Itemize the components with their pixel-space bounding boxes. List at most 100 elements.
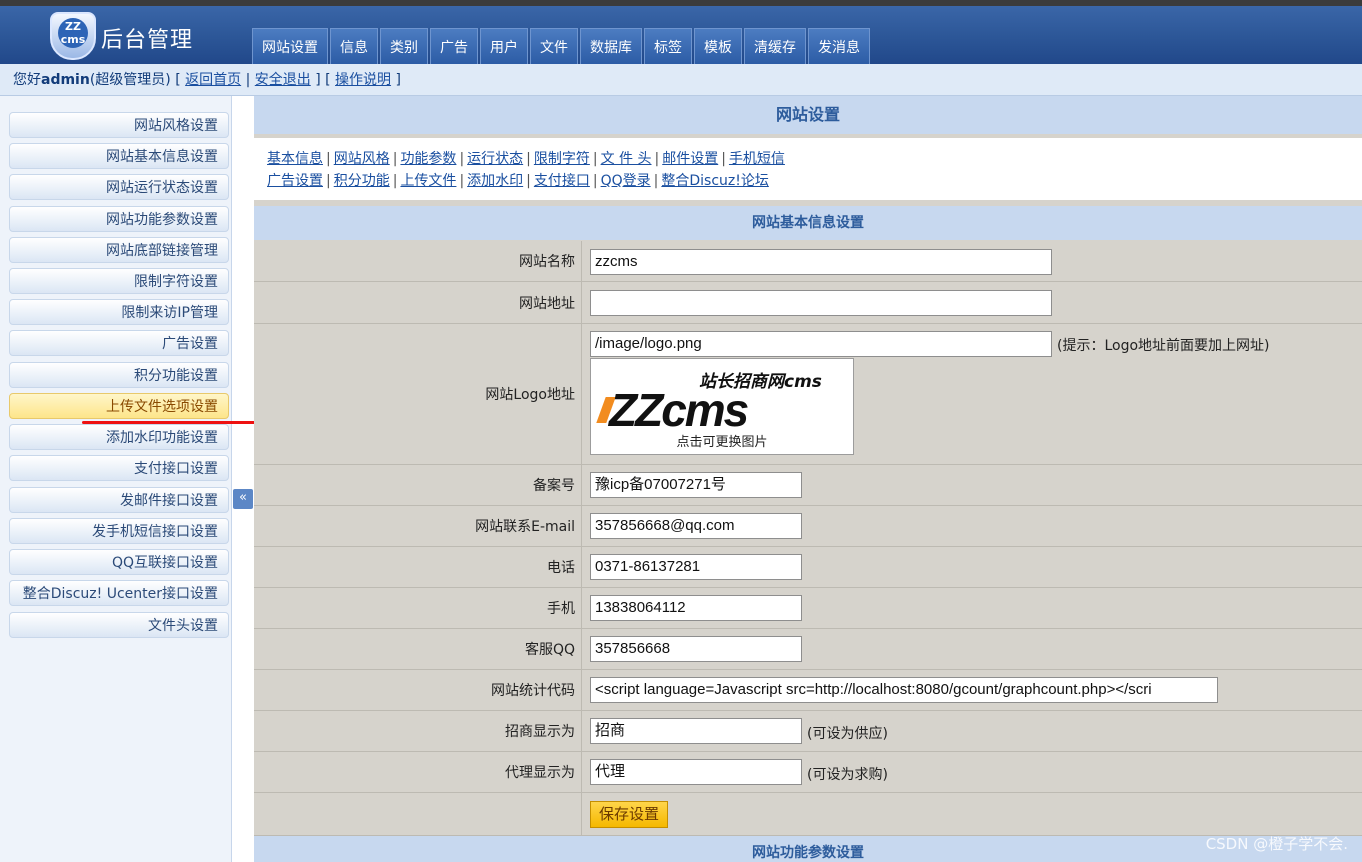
stats-code-input[interactable]: <script language=Javascript src=http://l… xyxy=(590,677,1218,703)
logo-preview-image[interactable]: ZZcms 站长招商网cms 点击可更换图片 xyxy=(590,358,854,455)
site-url-input[interactable] xyxy=(590,290,1052,316)
nav-send-message[interactable]: 发消息 xyxy=(808,28,870,66)
qq-input[interactable]: 357856668 xyxy=(590,636,802,662)
link-help[interactable]: 操作说明 xyxy=(335,72,391,88)
link-ads[interactable]: 广告设置 xyxy=(267,173,323,189)
link-home[interactable]: 返回首页 xyxy=(185,72,241,88)
section-basic-info: 网站基本信息设置 xyxy=(254,206,1362,240)
nav-files[interactable]: 文件 xyxy=(530,28,578,66)
nav-clear-cache[interactable]: 清缓存 xyxy=(744,28,806,66)
row-qq: 客服QQ 357856668 xyxy=(254,629,1362,670)
daili-hint: (可设为求购) xyxy=(807,767,888,783)
nav-info[interactable]: 信息 xyxy=(330,28,378,66)
nav-tags[interactable]: 标签 xyxy=(644,28,692,66)
save-button[interactable]: 保存设置 xyxy=(590,801,669,828)
link-watermark[interactable]: 添加水印 xyxy=(467,173,523,189)
row-site-url: 网站地址 xyxy=(254,282,1362,324)
red-underline-annotation xyxy=(82,421,263,424)
link-sms[interactable]: 手机短信 xyxy=(729,151,785,167)
sidebar-item-watermark[interactable]: 添加水印功能设置 xyxy=(9,424,229,450)
mobile-input[interactable]: 13838064112 xyxy=(590,595,802,621)
sidebar: 网站风格设置 网站基本信息设置 网站运行状态设置 网站功能参数设置 网站底部链接… xyxy=(0,96,232,862)
site-name-input[interactable]: zzcms xyxy=(590,249,1052,275)
label-empty xyxy=(254,793,582,835)
section-function-params: 网站功能参数设置 xyxy=(254,836,1362,862)
nav-users[interactable]: 用户 xyxy=(480,28,528,66)
row-stats-code: 网站统计代码 <script language=Javascript src=h… xyxy=(254,670,1362,711)
row-zhaoshang: 招商显示为 招商 (可设为供应) xyxy=(254,711,1362,752)
sidebar-item-restrict-ip[interactable]: 限制来访IP管理 xyxy=(9,299,229,325)
sidebar-item-qq-login[interactable]: QQ互联接口设置 xyxy=(9,549,229,575)
link-payment[interactable]: 支付接口 xyxy=(534,173,590,189)
logo-badge: ZZ cms xyxy=(58,18,88,48)
label-icp: 备案号 xyxy=(254,465,582,505)
link-params[interactable]: 功能参数 xyxy=(400,151,456,167)
collapse-sidebar-icon[interactable]: « xyxy=(233,489,253,509)
row-email: 网站联系E-mail 357856668@qq.com xyxy=(254,506,1362,547)
sidebar-item-footer-links[interactable]: 网站底部链接管理 xyxy=(9,237,229,263)
logo-hint: (提示：Logo地址前面要加上网址) xyxy=(1057,338,1270,354)
link-file-header[interactable]: 文 件 头 xyxy=(601,151,652,167)
sidebar-item-function-params[interactable]: 网站功能参数设置 xyxy=(9,206,229,232)
logo-wordmark: ZZcms xyxy=(609,384,749,436)
sidebar-item-file-header[interactable]: 文件头设置 xyxy=(9,612,229,638)
user-bar: 您好admin(超级管理员) [ 返回首页 | 安全退出 ] [ 操作说明 ] xyxy=(0,64,1362,96)
icp-input[interactable]: 豫icp备07007271号 xyxy=(590,472,802,498)
nav-category[interactable]: 类别 xyxy=(380,28,428,66)
phone-input[interactable]: 0371-86137281 xyxy=(590,554,802,580)
brand-title: 后台管理 xyxy=(101,28,194,53)
nav-ads[interactable]: 广告 xyxy=(430,28,478,66)
daili-input[interactable]: 代理 xyxy=(590,759,802,785)
sidebar-item-email[interactable]: 发邮件接口设置 xyxy=(9,487,229,513)
sidebar-item-upload[interactable]: 上传文件选项设置 xyxy=(9,393,229,419)
sidebar-item-sms[interactable]: 发手机短信接口设置 xyxy=(9,518,229,544)
link-discuz[interactable]: 整合Discuz!论坛 xyxy=(661,173,769,189)
sidebar-item-run-status[interactable]: 网站运行状态设置 xyxy=(9,174,229,200)
link-upload[interactable]: 上传文件 xyxy=(400,173,456,189)
main-content: 网站设置 基本信息 | 网站风格 | 功能参数 | 运行状态 | 限制字符 | 文 件 头 | 邮件设置… xyxy=(254,96,1362,862)
label-zhaoshang: 招商显示为 xyxy=(254,711,582,751)
sidebar-item-discuz[interactable]: 整合Discuz! Ucenter接口设置 xyxy=(9,580,229,606)
zhaoshang-input[interactable]: 招商 xyxy=(590,718,802,744)
sidebar-item-payment[interactable]: 支付接口设置 xyxy=(9,455,229,481)
link-mail[interactable]: 邮件设置 xyxy=(662,151,718,167)
nav-database[interactable]: 数据库 xyxy=(580,28,642,66)
label-phone: 电话 xyxy=(254,547,582,587)
label-site-name: 网站名称 xyxy=(254,241,582,281)
main-nav: 网站设置 信息 类别 广告 用户 文件 数据库 标签 模板 清缓存 发消息 xyxy=(252,28,870,66)
username: admin xyxy=(41,72,90,88)
link-qq[interactable]: QQ登录 xyxy=(601,173,651,189)
top-header: ZZ cms 后台管理 网站设置 信息 类别 广告 用户 文件 数据库 标签 模… xyxy=(0,0,1362,66)
email-input[interactable]: 357856668@qq.com xyxy=(590,513,802,539)
row-mobile: 手机 13838064112 xyxy=(254,588,1362,629)
greeting: 您好 xyxy=(13,72,41,88)
link-chars[interactable]: 限制字符 xyxy=(534,151,590,167)
nav-site-settings[interactable]: 网站设置 xyxy=(252,28,328,66)
link-logout[interactable]: 安全退出 xyxy=(255,72,311,88)
row-daili: 代理显示为 代理 (可设为求购) xyxy=(254,752,1362,793)
link-status[interactable]: 运行状态 xyxy=(467,151,523,167)
row-save: 保存设置 xyxy=(254,793,1362,836)
links-row-2: 广告设置 | 积分功能 | 上传文件 | 添加水印 | 支付接口 | QQ登录 | 整合Discuz!论… xyxy=(267,173,769,189)
row-phone: 电话 0371-86137281 xyxy=(254,547,1362,588)
logo-chinese-text: 站长招商网cms xyxy=(699,372,822,392)
sidebar-item-ads[interactable]: 广告设置 xyxy=(9,330,229,356)
user-role: (超级管理员) xyxy=(89,72,171,88)
sidebar-item-style[interactable]: 网站风格设置 xyxy=(9,112,229,138)
label-site-url: 网站地址 xyxy=(254,282,582,323)
link-points[interactable]: 积分功能 xyxy=(334,173,390,189)
link-style[interactable]: 网站风格 xyxy=(334,151,390,167)
label-mobile: 手机 xyxy=(254,588,582,628)
logo-url-input[interactable]: /image/logo.png xyxy=(590,331,1052,357)
page-title: 网站设置 xyxy=(254,96,1362,134)
label-email: 网站联系E-mail xyxy=(254,506,582,546)
row-site-name: 网站名称 zzcms xyxy=(254,241,1362,282)
label-stats-code: 网站统计代码 xyxy=(254,670,582,710)
logo-caption: 点击可更换图片 xyxy=(676,435,768,450)
zzcms-logo-icon: ZZ cms xyxy=(50,12,98,60)
link-basic-info[interactable]: 基本信息 xyxy=(267,151,323,167)
sidebar-item-basic-info[interactable]: 网站基本信息设置 xyxy=(9,143,229,169)
nav-templates[interactable]: 模板 xyxy=(694,28,742,66)
sidebar-item-points[interactable]: 积分功能设置 xyxy=(9,362,229,388)
sidebar-item-restrict-chars[interactable]: 限制字符设置 xyxy=(9,268,229,294)
